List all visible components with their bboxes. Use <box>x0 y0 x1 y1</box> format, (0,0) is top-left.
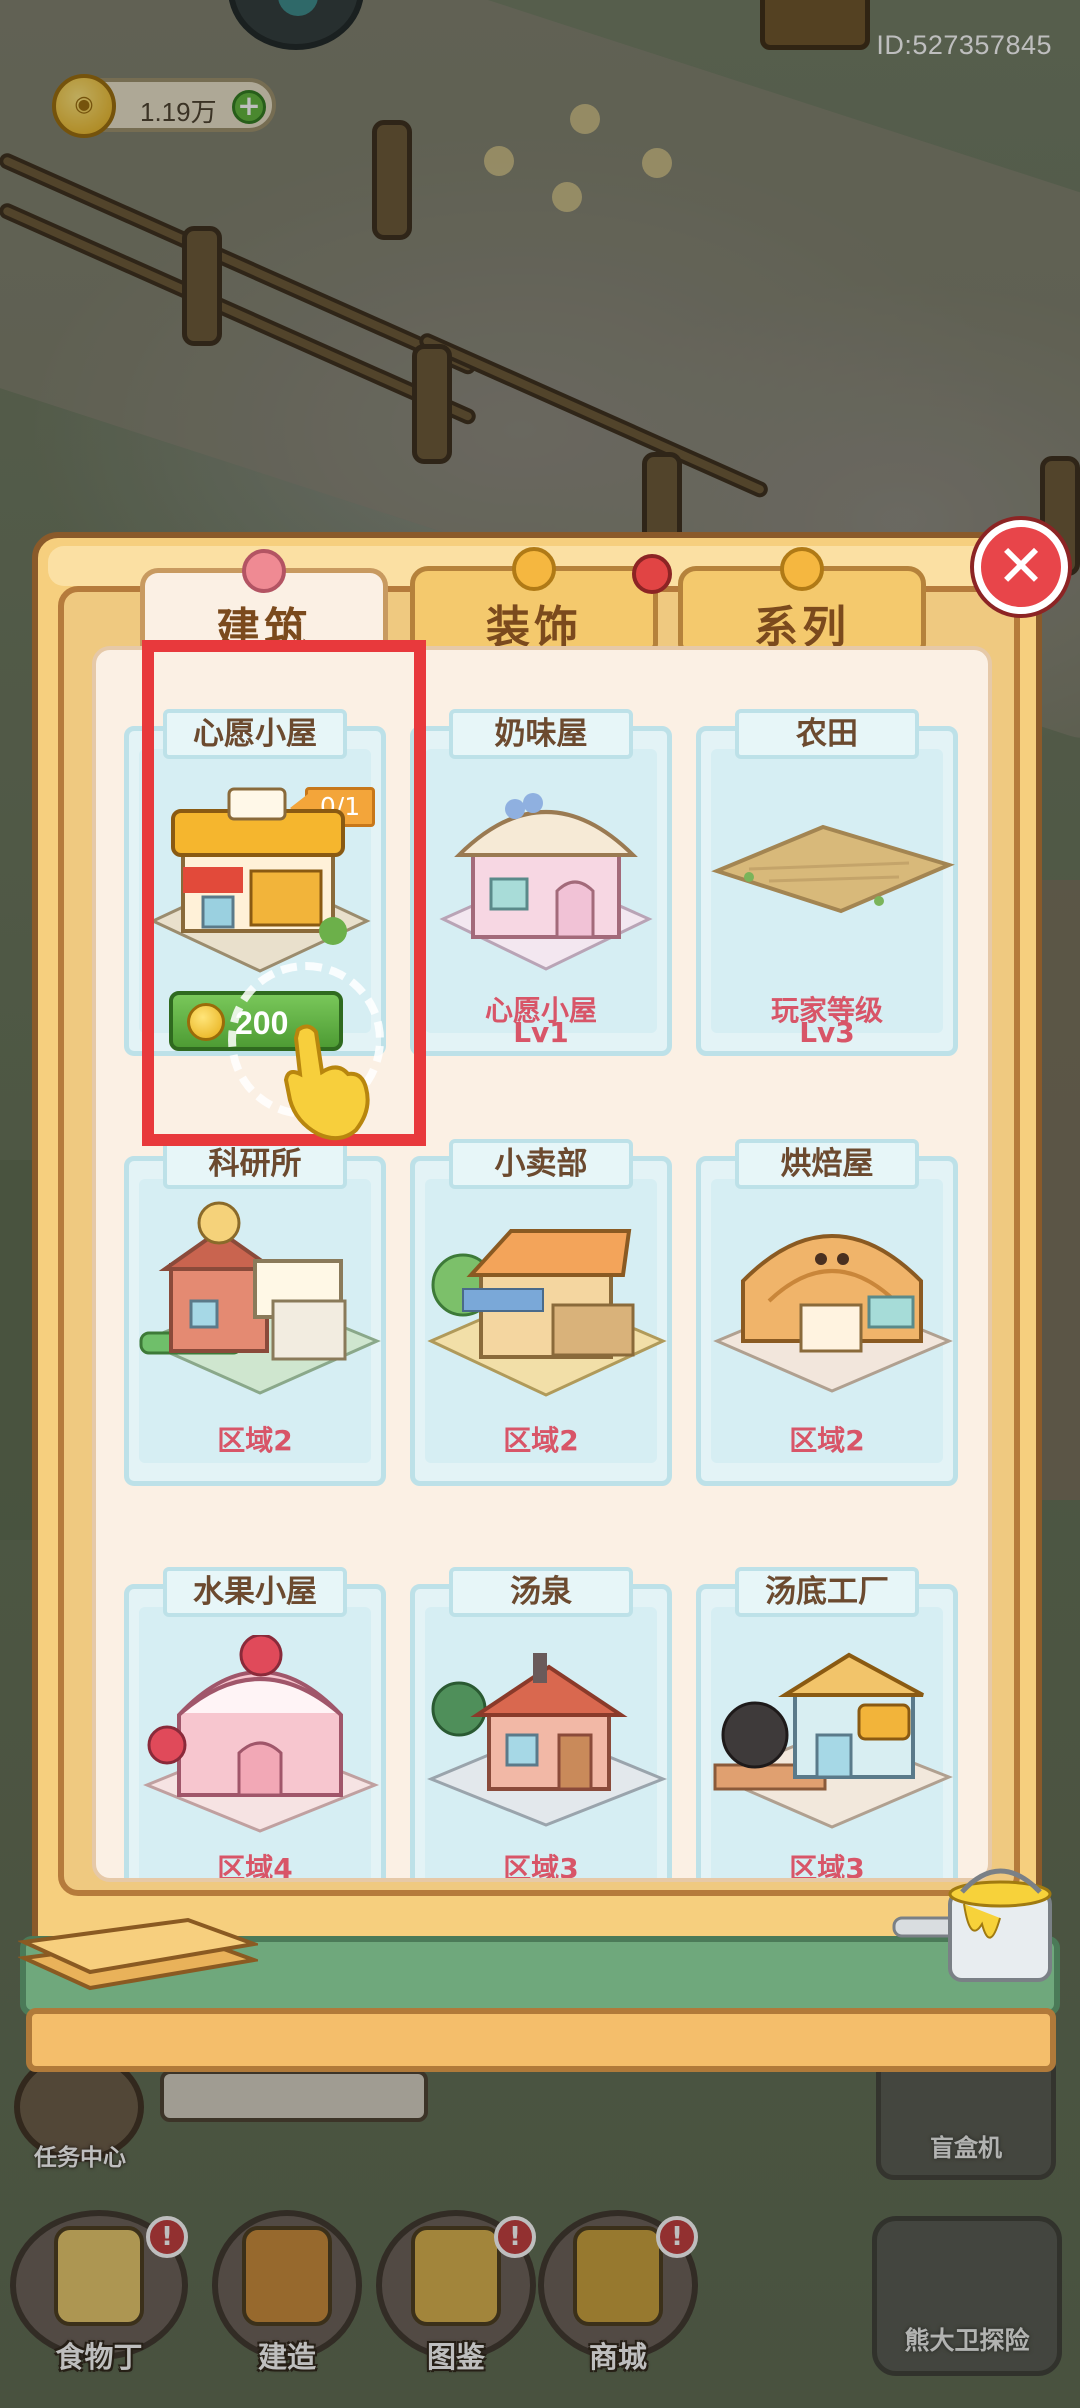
unlock-requirement: 区域2 <box>217 1424 293 1457</box>
building-card-milk-house[interactable]: 奶味屋 心愿小屋 Lv1 <box>410 709 672 1056</box>
bakery-illustration <box>713 1234 953 1393</box>
building-card-bakery[interactable]: 烘焙屋 区域2 <box>696 1139 958 1486</box>
tab-pin-icon <box>242 549 286 593</box>
shop-illustration <box>427 1229 667 1397</box>
close-button[interactable]: ✕ <box>974 520 1068 614</box>
wooden-planks-icon <box>18 1917 258 1991</box>
notification-dot <box>632 554 672 594</box>
building-card-research-lab[interactable]: 科研所 区域2 <box>124 1139 386 1486</box>
unlock-requirement: 区域4 <box>217 1852 293 1882</box>
building-name: 农田 <box>735 709 919 759</box>
building-name: 烘焙屋 <box>735 1139 919 1189</box>
building-card-farmland[interactable]: 农田 玩家等级 Lv3 <box>696 709 958 1056</box>
building-name: 水果小屋 <box>163 1567 347 1617</box>
building-name: 科研所 <box>163 1139 347 1189</box>
tab-series[interactable]: 系列 <box>678 547 926 653</box>
unlock-requirement: 区域2 <box>789 1424 865 1457</box>
panel-base <box>26 2008 1056 2072</box>
fruit-house-illustration <box>143 1635 380 1833</box>
tab-decorations[interactable]: 装饰 <box>410 547 658 653</box>
building-card-shop[interactable]: 小卖部 区域2 <box>410 1139 672 1486</box>
building-name: 汤底工厂 <box>735 1567 919 1617</box>
building-name: 小卖部 <box>449 1139 633 1189</box>
building-name: 奶味屋 <box>449 709 633 759</box>
unlock-requirement: 区域2 <box>503 1424 579 1457</box>
close-icon: ✕ <box>996 532 1046 600</box>
unlock-requirement: 区域3 <box>503 1852 579 1882</box>
hot-spring-illustration <box>427 1653 668 1827</box>
farmland-illustration <box>711 824 955 914</box>
building-card-fruit-house[interactable]: 水果小屋 区域4 <box>124 1567 386 1882</box>
soup-factory-illustration <box>713 1652 953 1829</box>
unlock-requirement-level: Lv1 <box>513 1016 569 1049</box>
hand-pointer-icon <box>283 1024 370 1141</box>
unlock-requirement-level: Lv3 <box>799 1016 855 1049</box>
building-card-hot-spring[interactable]: 汤泉 区域3 <box>410 1567 672 1882</box>
tab-pin-icon <box>780 547 824 591</box>
research-lab-illustration <box>139 1201 381 1395</box>
building-name: 汤泉 <box>449 1567 633 1617</box>
paint-bucket-icon <box>892 1868 1052 1982</box>
tab-pin-icon <box>512 547 556 591</box>
milk-house-illustration <box>439 793 653 971</box>
building-card-soup-factory[interactable]: 汤底工厂 区域3 <box>696 1567 958 1878</box>
